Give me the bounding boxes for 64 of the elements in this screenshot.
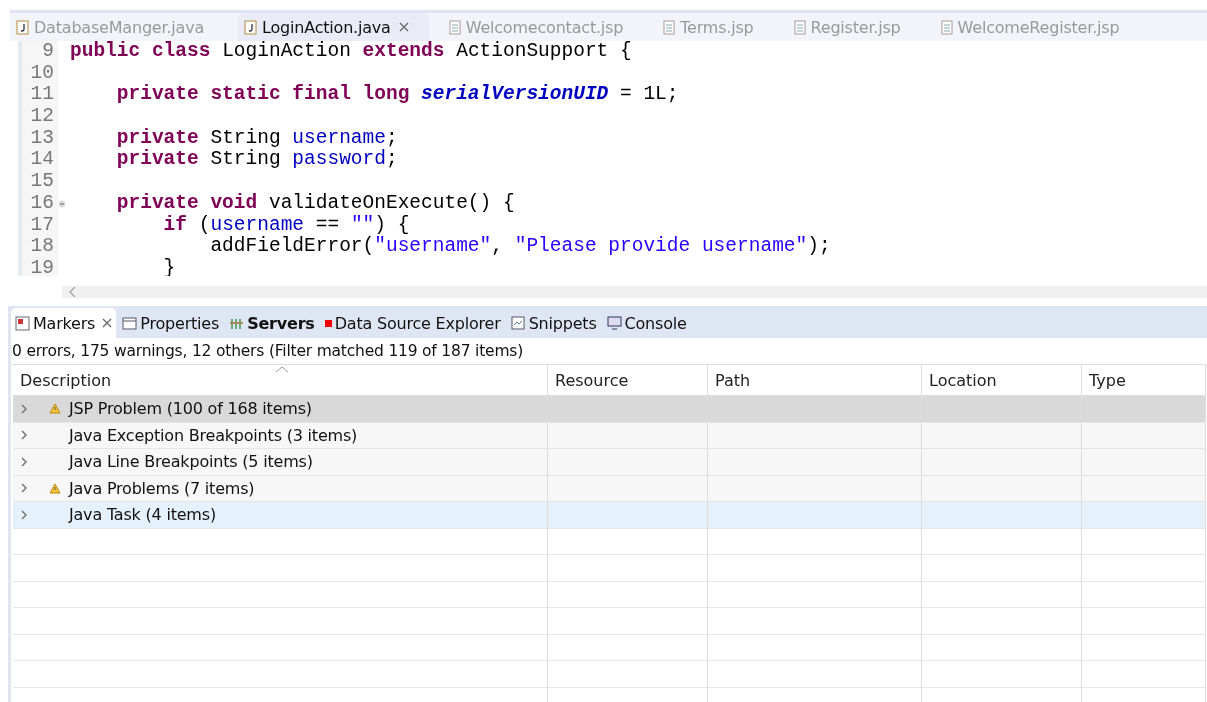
column-header[interactable]: Path [708, 364, 922, 396]
row-description: Java Line Breakpoints (5 items) [69, 452, 313, 472]
view-tab[interactable]: Console [602, 308, 691, 338]
warning-icon [49, 403, 61, 415]
horizontal-scrollbar[interactable] [62, 286, 1207, 298]
expand-chevron-icon[interactable] [21, 403, 28, 414]
expand-chevron-icon[interactable] [21, 509, 28, 520]
view-tab[interactable]: Data Source Explorer [320, 308, 505, 338]
code-line: } [162, 257, 176, 276]
servers-icon [229, 316, 245, 330]
expand-chevron-icon[interactable] [21, 483, 28, 494]
line-number: 12 [22, 106, 58, 128]
close-icon[interactable] [102, 318, 113, 328]
java-file-icon [16, 19, 30, 35]
code-line: private void validateOnExecute() { [115, 192, 515, 215]
code-line: addFieldError("username", "Please provide username"); [209, 236, 831, 258]
line-number: 14 [22, 149, 58, 172]
close-icon[interactable] [398, 22, 409, 32]
column-header[interactable]: Location [922, 364, 1082, 396]
row-description: JSP Problem (100 of 168 items) [69, 399, 312, 419]
tree-row[interactable]: JSP Problem (100 of 168 items) [13, 396, 548, 423]
tree-row[interactable]: Java Exception Breakpoints (3 items) [13, 422, 548, 449]
code-line: private String username; [115, 127, 398, 149]
expand-chevron-icon[interactable] [21, 456, 28, 467]
line-number: 9 [22, 41, 58, 63]
monitor-icon [606, 316, 622, 330]
view-tab[interactable]: Properties [118, 308, 224, 338]
column-header[interactable]: Description [13, 364, 548, 396]
view-tab[interactable]: Servers [225, 308, 319, 338]
collapse-icon[interactable] [58, 199, 66, 208]
java-file-icon [244, 19, 258, 35]
document-icon [940, 19, 954, 35]
markers-icon [15, 315, 30, 331]
line-number: 16 [22, 192, 58, 215]
row-description: Java Problems (7 items) [69, 478, 255, 498]
square-icon [324, 319, 332, 327]
line-number: 13 [22, 127, 58, 150]
view-tab[interactable]: Markers [11, 308, 117, 338]
code-line: public class LoginAction extends ActionSupport { [70, 41, 632, 63]
tree-row[interactable]: Java Problems (7 items) [13, 475, 548, 502]
line-number: 18 [22, 236, 58, 258]
code-line: private String password; [115, 149, 398, 172]
editor-tab[interactable]: LoginAction.java [238, 13, 429, 41]
expand-chevron-icon[interactable] [21, 430, 28, 441]
warning-icon [49, 482, 61, 494]
line-number: 17 [22, 214, 58, 237]
window-icon [122, 316, 138, 330]
tree-row[interactable]: Java Task (4 items) [13, 502, 548, 529]
column-header[interactable]: Resource [548, 364, 708, 396]
row-description: Java Task (4 items) [69, 505, 216, 525]
snippets-icon [510, 316, 526, 330]
row-description: Java Exception Breakpoints (3 items) [69, 425, 358, 445]
document-icon [663, 19, 677, 35]
code-line: private static final long serialVersionUID = 1L; [115, 84, 679, 107]
tree-row[interactable]: Java Line Breakpoints (5 items) [13, 449, 548, 476]
line-number: 15 [22, 171, 58, 193]
line-number: 10 [22, 62, 58, 85]
code-line: if (username == "") { [162, 214, 410, 236]
marker-summary: 0 errors, 175 warnings, 12 others (Filter matched 119 of 187 items) [11, 341, 524, 362]
document-icon [448, 19, 462, 35]
sort-caret-icon[interactable] [275, 366, 289, 373]
line-number: 11 [22, 84, 58, 107]
document-icon [793, 19, 807, 35]
view-tab[interactable]: Snippets [506, 308, 601, 338]
